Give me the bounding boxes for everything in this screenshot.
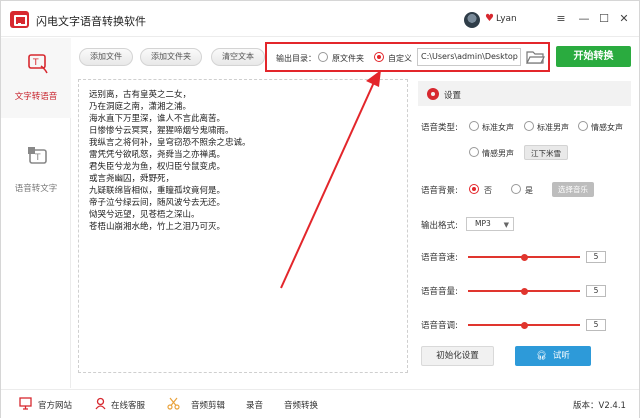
radio-background-yes-label: 是 (525, 186, 533, 195)
app-logo-icon (10, 11, 29, 28)
text-line: 君失臣兮龙为鱼，权归臣兮鼠变虎。 (89, 162, 226, 172)
output-directory-label: 输出目录： (276, 54, 316, 63)
scissors-icon (167, 397, 180, 410)
gear-icon (427, 88, 439, 100)
headphones-icon: 🎧︎ (536, 351, 547, 361)
text-line: 帝子泣兮绿云间，随风波兮去无还。 (89, 198, 226, 208)
sidebar-item-text-to-speech[interactable]: T 文字转语音 (1, 38, 71, 118)
text-line: 或言尧幽囚，舜野死， (89, 174, 175, 184)
radio-emotional-male[interactable] (469, 147, 479, 157)
voice-type-label: 语音类型: (421, 123, 458, 133)
svg-text:T: T (32, 58, 39, 68)
radio-custom-folder[interactable] (374, 52, 384, 62)
text-line: 恸哭兮远望，见苍梧之深山。 (89, 210, 200, 220)
svg-text:T: T (34, 153, 41, 163)
customer-service-icon (95, 397, 106, 410)
output-path-input[interactable]: C:\Users\admin\Desktop (417, 48, 521, 66)
radio-emotional-male-label: 情感男声 (482, 149, 514, 158)
title-bar: 闪电文字语音转换软件 ♥ Lyan ≡ — ☐ ✕ (1, 1, 639, 37)
version-text: 版本：V2.4.1 (573, 401, 626, 411)
audio-convert-link[interactable]: 音频转换 (284, 399, 318, 411)
app-title: 闪电文字语音转换软件 (36, 15, 146, 28)
audio-cut-link[interactable]: 音频剪辑 (191, 399, 225, 411)
radio-emotional-female[interactable] (578, 121, 588, 131)
radio-custom-folder-label: 自定义 (388, 54, 412, 63)
speech-to-text-icon: T (28, 147, 47, 164)
pitch-value-input[interactable]: 5 (586, 319, 606, 331)
reset-settings-button[interactable]: 初始化设置 (421, 346, 494, 366)
app-window: 闪电文字语音转换软件 ♥ Lyan ≡ — ☐ ✕ T 文字转语音 T 语音转文… (0, 0, 640, 418)
menu-icon[interactable]: ≡ (554, 12, 568, 26)
text-line: 乃在洞庭之南，潇湘之浦。 (89, 102, 192, 112)
status-bar: 官方网站 在线客服 音频剪辑 录音 音频转换 版本：V2.4.1 (1, 389, 639, 418)
radio-standard-female-label: 标准女声 (482, 123, 514, 132)
text-line: 我纵言之将何补，皇穹窃恐不照余之忠诚。 (89, 138, 251, 148)
radio-standard-male-label: 标准男声 (537, 123, 569, 132)
avatar[interactable] (464, 12, 480, 28)
close-button[interactable]: ✕ (617, 12, 631, 26)
radio-emotional-female-label: 情感女声 (591, 123, 623, 132)
radio-source-folder-label: 原文件夹 (332, 54, 364, 63)
pitch-label: 语音音调: (421, 321, 458, 331)
speed-slider-thumb[interactable] (520, 253, 528, 261)
chevron-down-icon: ▼ (503, 221, 509, 229)
text-to-speech-icon: T (28, 54, 48, 74)
clear-text-button[interactable]: 清空文本 (211, 48, 265, 66)
text-line: 日惨惨兮云冥冥，猩猩啼烟兮鬼啸雨。 (89, 126, 234, 136)
monitor-icon (19, 397, 32, 410)
text-line: 海水直下万里深，谁人不言此离苦。 (89, 114, 226, 124)
official-website-link[interactable]: 官方网站 (38, 399, 72, 411)
voice-preset-button[interactable]: 江下米雪 (524, 145, 568, 160)
radio-source-folder[interactable] (318, 52, 328, 62)
settings-panel: 设置 语音类型: 标准女声 标准男声 情感女声 情感男声 江下米雪 语音背景: … (418, 81, 631, 373)
username[interactable]: Lyan (496, 14, 517, 24)
minimize-button[interactable]: — (577, 12, 591, 26)
text-line: 雷凭凭兮欲吼怒，尧舜当之亦禅禹。 (89, 150, 226, 160)
speed-label: 语音音速: (421, 253, 458, 263)
format-select[interactable]: MP3 ▼ (466, 217, 514, 231)
volume-label: 语音音量: (421, 287, 458, 297)
sidebar-item-speech-to-text[interactable]: T 语音转文字 (1, 130, 71, 210)
sidebar: T 文字转语音 T 语音转文字 (1, 38, 71, 388)
text-input-area[interactable]: 远别离，古有皇英之二女， 乃在洞庭之南，潇湘之浦。 海水直下万里深，谁人不言此离… (78, 79, 408, 373)
format-value: MP3 (475, 219, 491, 228)
radio-background-yes[interactable] (511, 184, 521, 194)
record-link[interactable]: 录音 (246, 399, 263, 411)
start-convert-button[interactable]: 开始转换 (556, 46, 631, 67)
vip-heart-icon: ♥ (485, 13, 494, 24)
sidebar-item-label: 文字转语音 (14, 92, 58, 102)
choose-music-button[interactable]: 选择音乐 (552, 182, 594, 197)
add-file-button[interactable]: 添加文件 (79, 48, 133, 66)
sidebar-item-label: 语音转文字 (14, 184, 58, 194)
pitch-slider-thumb[interactable] (520, 321, 528, 329)
online-service-link[interactable]: 在线客服 (111, 399, 145, 411)
format-label: 输出格式: (421, 221, 458, 231)
text-line: 远别离，古有皇英之二女， (89, 90, 192, 100)
volume-value-input[interactable]: 5 (586, 285, 606, 297)
radio-standard-male[interactable] (524, 121, 534, 131)
volume-slider-thumb[interactable] (520, 287, 528, 295)
radio-background-no[interactable] (469, 184, 479, 194)
speed-value-input[interactable]: 5 (586, 251, 606, 263)
add-folder-button[interactable]: 添加文件夹 (140, 48, 202, 66)
text-line: 苍梧山崩湘水绝，竹上之泪乃可灭。 (89, 222, 226, 232)
settings-title: 设置 (444, 91, 462, 101)
maximize-button[interactable]: ☐ (597, 12, 611, 26)
radio-background-no-label: 否 (484, 186, 492, 195)
background-label: 语音背景: (421, 186, 458, 196)
listen-label: 试听 (552, 351, 570, 361)
settings-header: 设置 (418, 81, 631, 106)
folder-open-icon[interactable] (525, 48, 545, 66)
text-line: 九疑联绵皆相似，重瞳孤坟竟何是。 (89, 186, 226, 196)
radio-standard-female[interactable] (469, 121, 479, 131)
listen-button[interactable]: 🎧︎ 试听 (515, 346, 591, 366)
